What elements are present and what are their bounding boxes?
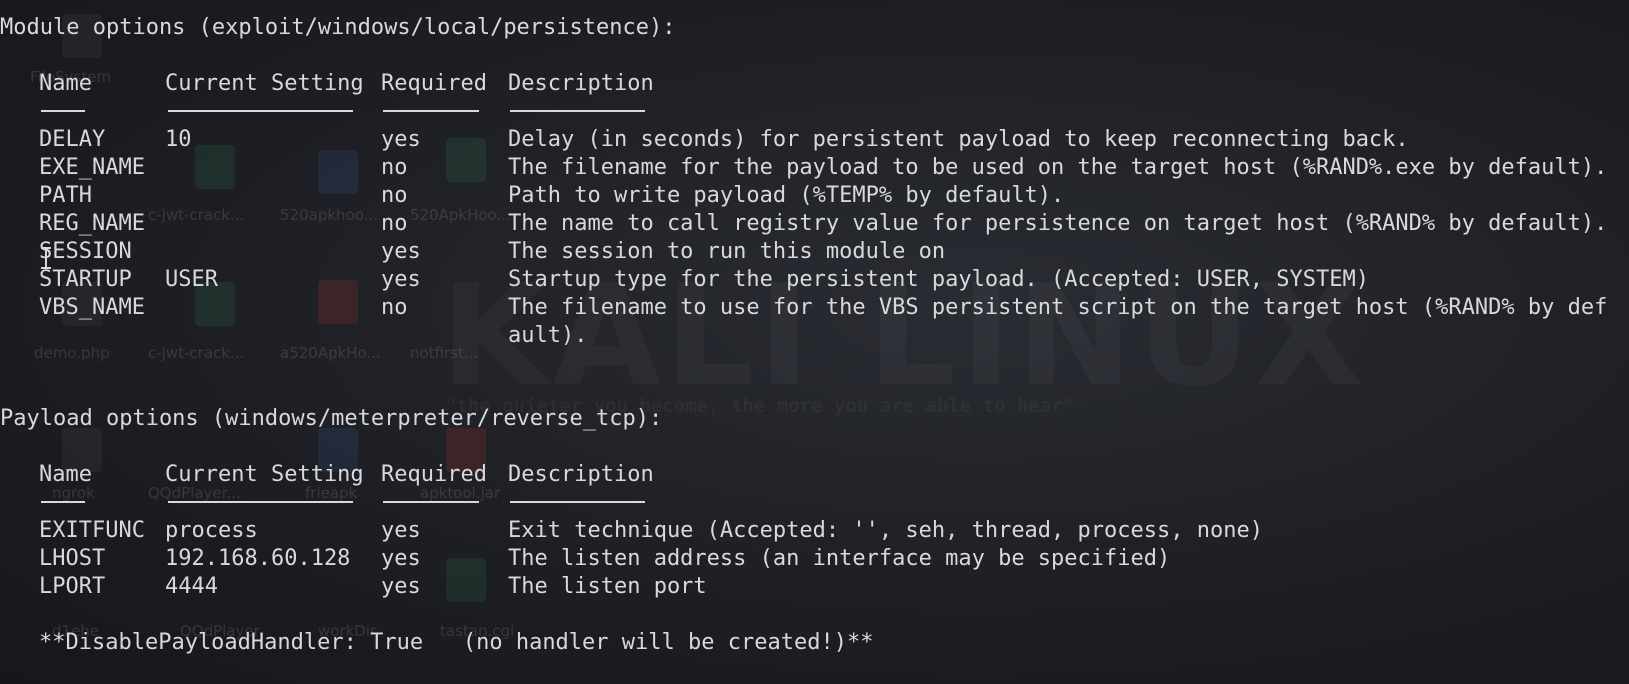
column-underline	[383, 110, 479, 112]
option-required: yes	[381, 546, 421, 571]
option-required: yes	[381, 574, 421, 599]
column-header-setting: Current Setting	[165, 462, 364, 487]
column-header-required: Required	[381, 462, 487, 487]
option-description: The name to call registry value for pers…	[508, 211, 1608, 236]
column-header-name: Name	[39, 462, 92, 487]
module-options-header: Module options (exploit/windows/local/pe…	[0, 15, 676, 40]
column-underline	[383, 501, 479, 503]
payload-options-header: Payload options (windows/meterpreter/rev…	[0, 406, 663, 431]
option-name: PATH	[39, 183, 92, 208]
column-header-required: Required	[381, 71, 487, 96]
option-description: The filename for the payload to be used …	[508, 155, 1608, 180]
column-underline	[510, 501, 645, 503]
column-underline	[168, 110, 353, 112]
column-header-setting: Current Setting	[165, 71, 364, 96]
option-description-wrap: ault).	[508, 323, 588, 348]
text-cursor-icon	[40, 247, 52, 269]
option-description: The listen address (an interface may be …	[508, 546, 1171, 571]
column-header-description: Description	[508, 71, 654, 96]
option-setting: process	[165, 518, 258, 543]
option-name: DELAY	[39, 127, 106, 152]
desktop-icon	[318, 280, 358, 324]
option-description: Delay (in seconds) for persistent payloa…	[508, 127, 1409, 152]
option-name: REG_NAME	[39, 211, 145, 236]
option-name: EXITFUNC	[39, 518, 145, 543]
option-setting: 10	[165, 127, 192, 152]
option-required: yes	[381, 239, 421, 264]
option-description: The listen port	[508, 574, 707, 599]
option-description: Exit technique (Accepted: '', seh, threa…	[508, 518, 1263, 543]
column-underline	[510, 110, 645, 112]
option-required: no	[381, 211, 408, 236]
desktop-label: 520apkhoo...	[280, 206, 378, 224]
desktop-label: c-jwt-crack...	[148, 344, 245, 362]
column-underline	[41, 501, 85, 503]
column-header-name: Name	[39, 71, 92, 96]
option-name: LPORT	[39, 574, 106, 599]
option-required: no	[381, 155, 408, 180]
column-underline	[168, 501, 353, 503]
option-name: LHOST	[39, 546, 106, 571]
option-name: SESSION	[39, 239, 132, 264]
option-required: yes	[381, 267, 421, 292]
desktop-icon	[446, 138, 486, 182]
option-name: EXE_NAME	[39, 155, 145, 180]
option-name: VBS_NAME	[39, 295, 145, 320]
option-required: yes	[381, 518, 421, 543]
disable-payload-handler-note: **DisablePayloadHandler: True (no handle…	[39, 630, 874, 655]
option-description: The session to run this module on	[508, 239, 946, 264]
desktop-label: a520ApkHo...	[280, 344, 381, 362]
desktop-label: c-jwt-crack...	[148, 206, 245, 224]
column-header-description: Description	[508, 462, 654, 487]
desktop-label: demo.php	[34, 344, 110, 362]
option-description: Path to write payload (%TEMP% by default…	[508, 183, 1065, 208]
option-required: no	[381, 295, 408, 320]
option-setting: USER	[165, 267, 218, 292]
option-name: STARTUP	[39, 267, 132, 292]
option-description: Startup type for the persistent payload.…	[508, 267, 1369, 292]
desktop-label: 520ApkHoo...	[410, 206, 511, 224]
column-underline	[41, 110, 85, 112]
desktop-icon	[318, 150, 358, 194]
option-required: yes	[381, 127, 421, 152]
desktop-icon	[195, 145, 235, 189]
option-setting: 4444	[165, 574, 218, 599]
option-setting: 192.168.60.128	[165, 546, 351, 571]
option-required: no	[381, 183, 408, 208]
option-description: The filename to use for the VBS persiste…	[508, 295, 1608, 320]
desktop-icon	[446, 558, 486, 602]
